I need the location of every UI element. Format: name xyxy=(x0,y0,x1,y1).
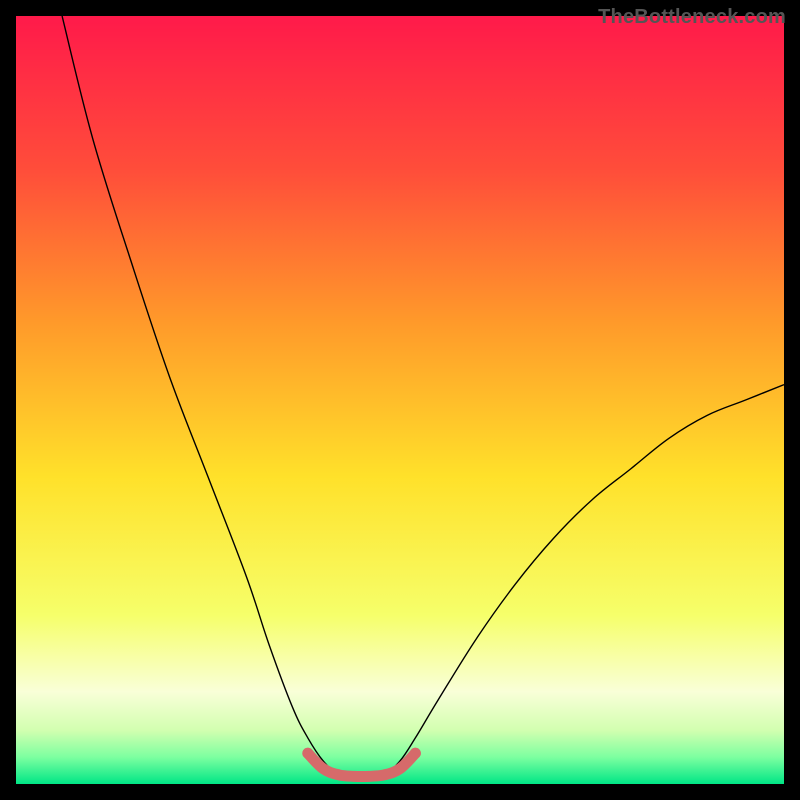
chart-frame: TheBottleneck.com xyxy=(0,0,800,800)
gradient-background xyxy=(16,16,784,784)
plot-border xyxy=(16,16,784,784)
highlight-endcap xyxy=(302,748,313,759)
highlight-endcap xyxy=(410,748,421,759)
watermark-text: TheBottleneck.com xyxy=(598,6,786,29)
bottleneck-chart xyxy=(16,16,784,784)
